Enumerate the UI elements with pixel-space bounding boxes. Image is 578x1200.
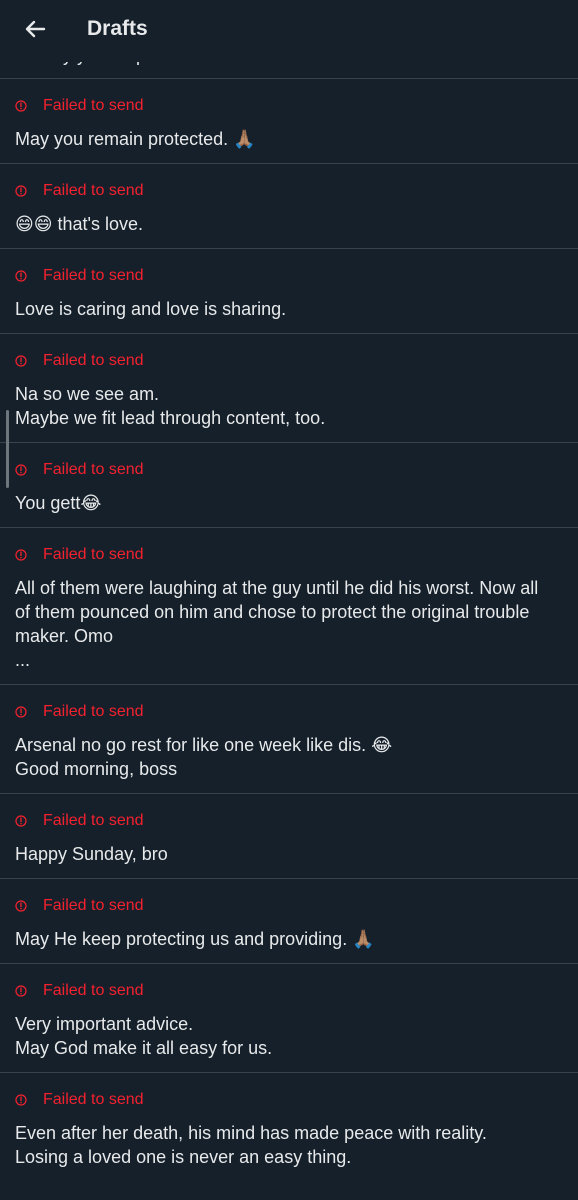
draft-status: Failed to send — [15, 701, 563, 723]
failed-to-send-label: Failed to send — [43, 461, 144, 478]
draft-item[interactable]: Failed to send 😄😄 that's love. — [0, 163, 578, 248]
error-circle-icon — [15, 185, 27, 197]
draft-status: Failed to send — [15, 544, 563, 566]
draft-status: Failed to send — [15, 1089, 563, 1111]
draft-status: Failed to send — [15, 810, 563, 832]
draft-item[interactable]: Failed to send Na so we see am. Maybe we f… — [0, 333, 578, 442]
top-app-bar: Drafts — [0, 0, 578, 62]
error-circle-icon — [15, 549, 27, 561]
draft-status: Failed to send — [15, 95, 563, 117]
draft-text: 😄😄 that's love. — [15, 212, 563, 236]
draft-text: May He keep protecting us and providing.… — [15, 927, 563, 951]
failed-to-send-label: Failed to send — [43, 897, 144, 914]
error-circle-icon — [15, 706, 27, 718]
draft-text-line: of them pounced on him and chose to prot… — [15, 602, 530, 622]
draft-text: May you remain protected. 🙏🏽 — [15, 127, 563, 151]
draft-text-line: May you remain protected. 🙏🏽 — [15, 129, 256, 149]
draft-text-line: Maybe we fit lead through content, too. — [15, 408, 326, 428]
error-circle-icon — [15, 985, 27, 997]
draft-text-line: May God make it all easy for us. — [15, 1038, 273, 1058]
draft-text-line: All of them were laughing at the guy unt… — [15, 578, 539, 598]
draft-item[interactable]: Failed to send All of them were laughing … — [0, 527, 578, 684]
draft-item[interactable]: Failed to send May He keep protecting us … — [0, 878, 578, 963]
draft-text: Very important advice. May God make it al… — [15, 1012, 563, 1060]
error-circle-icon — [15, 815, 27, 827]
failed-to-send-label: Failed to send — [43, 703, 144, 720]
failed-to-send-label: Failed to send — [43, 1091, 144, 1108]
error-circle-icon — [15, 1094, 27, 1106]
draft-text: Happy Sunday, bro — [15, 842, 563, 866]
draft-text-line: 😄😄 that's love. — [15, 214, 144, 234]
failed-to-send-label: Failed to send — [43, 812, 144, 829]
draft-text-line: Happy Sunday, bro — [15, 844, 168, 864]
draft-item[interactable]: Failed to send Even after her death, his … — [0, 1072, 578, 1181]
failed-to-send-label: Failed to send — [43, 352, 144, 369]
draft-item[interactable]: Failed to send Happy Sunday, bro — [0, 793, 578, 878]
failed-to-send-label: Failed to send — [43, 182, 144, 199]
draft-text-line: Na so we see am. — [15, 384, 160, 404]
draft-status: Failed to send — [15, 180, 563, 202]
draft-text: You gett😂 — [15, 491, 563, 515]
draft-text-line: maker. Omo — [15, 626, 114, 646]
draft-status: Failed to send — [15, 459, 563, 481]
draft-text-line: You gett😂 — [15, 493, 102, 513]
error-circle-icon — [15, 100, 27, 112]
back-button[interactable] — [20, 14, 50, 44]
draft-text-line: Very important advice. — [15, 1014, 194, 1034]
draft-status: Failed to send — [15, 265, 563, 287]
draft-text-line: Losing a loved one is never an easy thin… — [15, 1147, 352, 1167]
draft-text-line: May He keep protecting us and providing.… — [15, 929, 375, 949]
draft-text: Arsenal no go rest for like one week lik… — [15, 733, 563, 781]
draft-text-line: ... — [15, 650, 31, 670]
draft-text: All of them were laughing at the guy unt… — [15, 576, 563, 672]
draft-item[interactable]: Failed to send Very important advice. May … — [0, 963, 578, 1072]
page-title: Drafts — [87, 17, 148, 40]
error-circle-icon — [15, 900, 27, 912]
draft-status: Failed to send — [15, 350, 563, 372]
draft-status: Failed to send — [15, 895, 563, 917]
failed-to-send-label: Failed to send — [43, 267, 144, 284]
drafts-list: Failed to send May you remain protected. … — [0, 78, 578, 1181]
failed-to-send-label: Failed to send — [43, 546, 144, 563]
draft-text: Even after her death, his mind has made … — [15, 1121, 563, 1169]
scrollbar-thumb[interactable] — [6, 410, 9, 488]
failed-to-send-label: Failed to send — [43, 982, 144, 999]
failed-to-send-label: Failed to send — [43, 97, 144, 114]
draft-text: Love is caring and love is sharing. — [15, 297, 563, 321]
draft-text-line: Arsenal no go rest for like one week lik… — [15, 735, 393, 755]
draft-text: Na so we see am. Maybe we fit lead throug… — [15, 382, 563, 430]
arrow-left-icon — [25, 20, 46, 38]
error-circle-icon — [15, 355, 27, 367]
error-circle-icon — [15, 464, 27, 476]
draft-text-line: Good morning, boss — [15, 759, 178, 779]
draft-item[interactable]: Failed to send You gett😂 — [0, 442, 578, 527]
draft-status: Failed to send — [15, 980, 563, 1002]
error-circle-icon — [15, 270, 27, 282]
draft-item[interactable]: Failed to send May you remain protected. … — [0, 78, 578, 163]
draft-text-line: Even after her death, his mind has made … — [15, 1123, 487, 1143]
draft-item[interactable]: Failed to send Arsenal no go rest for lik… — [0, 684, 578, 793]
draft-text-line: Love is caring and love is sharing. — [15, 299, 287, 319]
draft-item[interactable]: Failed to send Love is caring and love is… — [0, 248, 578, 333]
